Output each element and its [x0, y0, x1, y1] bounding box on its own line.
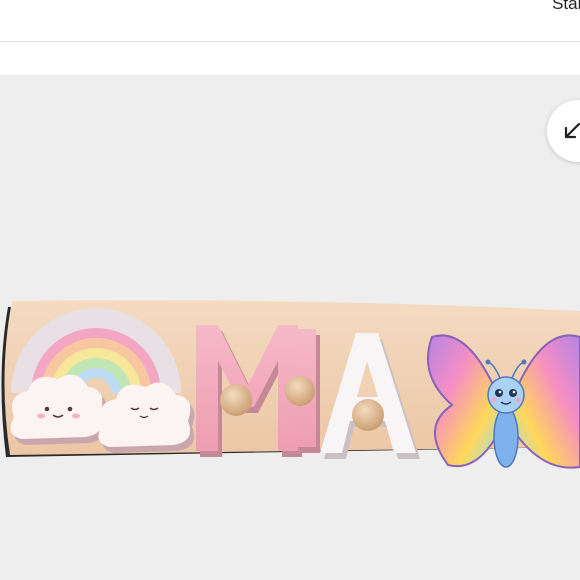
product-photo	[1, 300, 580, 469]
start-link[interactable]: Start	[552, 0, 580, 14]
knob-i	[285, 376, 315, 406]
knob-a	[352, 399, 384, 431]
header-spacer	[0, 42, 580, 75]
knob-m	[220, 384, 252, 416]
arrow-down-left-icon	[564, 122, 580, 139]
top-bar: Start	[0, 0, 580, 42]
